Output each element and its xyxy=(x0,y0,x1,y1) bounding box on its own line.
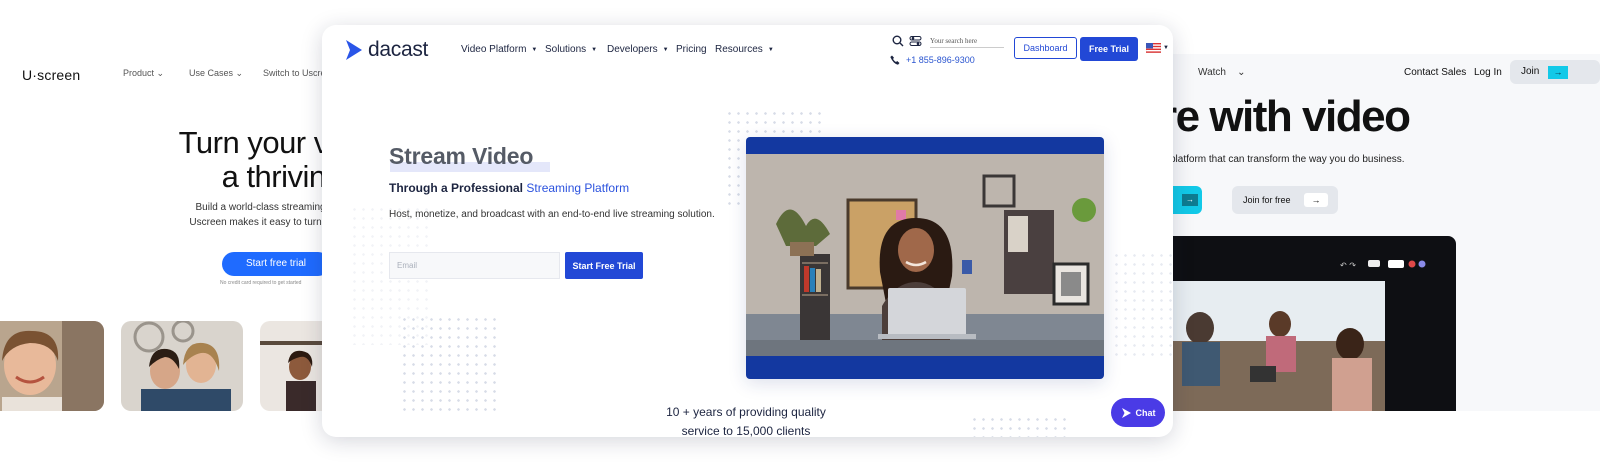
nav-developers[interactable]: Developers ▼ xyxy=(607,44,669,55)
uscreen-nav-use-cases[interactable]: Use Cases ⌄ xyxy=(189,68,243,79)
caret-down-icon: ▼ xyxy=(591,46,598,53)
svg-text:↶ ↷: ↶ ↷ xyxy=(1339,261,1356,270)
chevron-down-icon: ⌄ xyxy=(235,68,244,78)
nav-watch[interactable]: Watch ⌄ xyxy=(1198,67,1245,78)
arrow-right-icon: → xyxy=(1304,193,1328,207)
decorative-dots xyxy=(1112,251,1172,361)
chevron-down-icon: ⌄ xyxy=(1237,67,1246,78)
us-flag-icon xyxy=(1146,43,1161,53)
background-site-right: Watch ⌄ Contact Sales Log In Join → re w… xyxy=(1160,54,1600,411)
uscreen-logo[interactable]: U·screen xyxy=(22,67,80,83)
dacast-logo-text: dacast xyxy=(368,38,429,61)
dashboard-button[interactable]: Dashboard xyxy=(1014,37,1077,59)
caret-down-icon: ▼ xyxy=(531,46,538,53)
search-input[interactable] xyxy=(930,35,1004,48)
phone-link[interactable]: +1 855-896-9300 xyxy=(890,55,975,65)
hero-subtitle: Through a Professional Streaming Platfor… xyxy=(389,181,630,195)
nav-pricing[interactable]: Pricing xyxy=(676,44,707,55)
hero-video[interactable] xyxy=(746,137,1104,379)
hero-title: Stream Video xyxy=(389,143,534,169)
hero-subtitle-highlight: Streaming Platform xyxy=(526,181,630,195)
join-button[interactable]: Join → xyxy=(1510,60,1600,84)
nav-solutions[interactable]: Solutions ▼ xyxy=(545,44,597,55)
decorative-dots xyxy=(970,415,1070,437)
uscreen-nav-product[interactable]: Product ⌄ xyxy=(123,68,164,79)
toggle-filter-icon[interactable] xyxy=(909,35,922,47)
dacast-homepage-card: dacast Video Platform ▼ Solutions ▼ Develo… xyxy=(322,25,1173,437)
chat-button[interactable]: Chat xyxy=(1111,398,1165,427)
right-site-headline: re with video xyxy=(1160,92,1411,141)
hero-description: Host, monetize, and broadcast with an en… xyxy=(389,209,715,220)
nav-log-in[interactable]: Log In xyxy=(1474,67,1502,78)
device-preview: ↶ ↷ xyxy=(1160,236,1456,411)
testimonial-photo-2 xyxy=(121,321,243,411)
uscreen-no-card-note: No credit card required to get started xyxy=(220,280,302,286)
dacast-logo[interactable]: dacast xyxy=(344,38,428,62)
free-trial-button[interactable]: Free Trial xyxy=(1080,37,1138,61)
start-free-trial-button[interactable]: Start Free Trial xyxy=(565,252,643,279)
search-icon[interactable] xyxy=(892,35,904,47)
testimonial-photo-1 xyxy=(0,321,104,411)
arrow-right-icon: → xyxy=(1182,194,1198,206)
caret-down-icon: ▼ xyxy=(1163,45,1169,51)
join-for-free-button[interactable]: Join for free → xyxy=(1232,186,1338,214)
phone-icon xyxy=(890,55,900,65)
uscreen-background-site: U·screen Product ⌄ Use Cases ⌄ Switch to… xyxy=(0,40,360,420)
search-area xyxy=(892,35,1012,51)
email-field[interactable] xyxy=(389,252,560,279)
stats-text: 10 + years of providing quality service … xyxy=(666,405,826,437)
caret-down-icon: ▼ xyxy=(662,46,669,53)
nav-video-platform[interactable]: Video Platform ▼ xyxy=(461,44,537,55)
chevron-down-icon: ⌄ xyxy=(156,68,165,78)
language-select[interactable]: ▼ xyxy=(1146,41,1173,55)
chat-chevron-icon xyxy=(1121,407,1131,418)
nav-contact-sales[interactable]: Contact Sales xyxy=(1404,67,1466,78)
uscreen-start-trial-button[interactable]: Start free trial xyxy=(222,252,330,276)
video-frame-image xyxy=(746,154,1104,356)
dacast-chevron-logo-icon xyxy=(346,40,362,60)
right-site-subheadline: platform that can transform the way you … xyxy=(1170,154,1405,165)
caret-down-icon: ▼ xyxy=(767,46,774,53)
nav-resources[interactable]: Resources ▼ xyxy=(715,44,774,55)
arrow-right-icon: → xyxy=(1548,66,1568,79)
